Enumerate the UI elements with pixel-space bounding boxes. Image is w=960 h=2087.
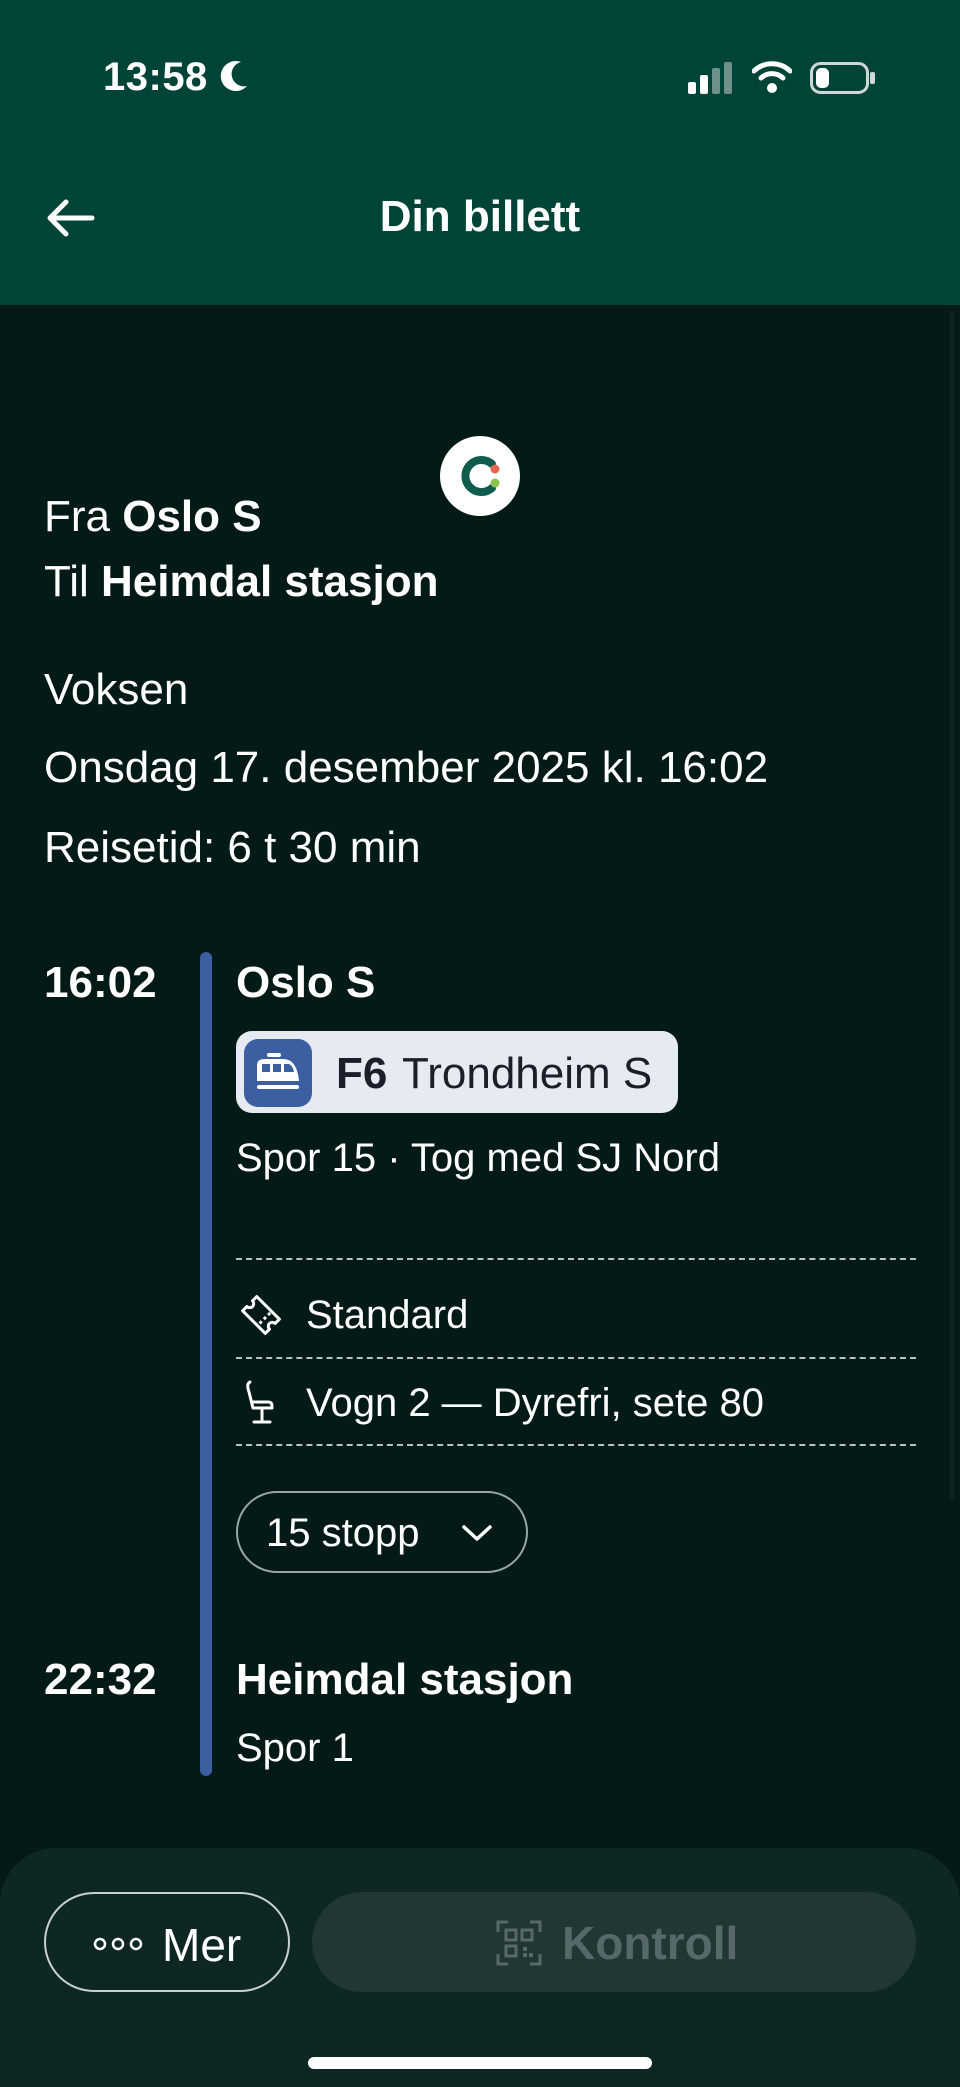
- battery-icon: [810, 62, 875, 94]
- scrollbar[interactable]: [950, 310, 954, 1500]
- to-label: Til: [44, 557, 89, 606]
- signal-icon: [688, 62, 732, 94]
- arrival-station: Heimdal stasjon: [236, 1655, 574, 1704]
- train-line-badge: F6 Trondheim S: [236, 1031, 678, 1113]
- to-station: Heimdal stasjon: [101, 557, 439, 606]
- wifi-icon: [752, 61, 792, 93]
- ticket-class: Standard: [306, 1293, 469, 1337]
- arrival-time: 22:32: [44, 1655, 157, 1704]
- line-destination: Trondheim S: [402, 1049, 653, 1098]
- more-dots-icon: [93, 1937, 143, 1951]
- train-icon: [244, 1039, 312, 1107]
- page-title: Din billett: [379, 192, 581, 241]
- departure-station: Oslo S: [236, 958, 376, 1007]
- control-button[interactable]: Kontroll: [312, 1892, 916, 1992]
- from-label: Fra: [44, 492, 110, 541]
- more-label: Mer: [162, 1919, 242, 1971]
- timeline-bar: [200, 952, 212, 1776]
- moon-icon: [220, 61, 247, 92]
- ticket-icon: [241, 1295, 281, 1335]
- divider: [236, 1357, 916, 1359]
- route-to: Til Heimdal stasjon: [44, 557, 438, 607]
- operator-logo: [440, 436, 520, 516]
- travel-time: Reisetid: 6 t 30 min: [44, 823, 421, 872]
- seat-info: Vogn 2 — Dyrefri, sete 80: [306, 1381, 765, 1425]
- home-indicator: [308, 2057, 652, 2069]
- status-time: 13:58: [103, 55, 208, 99]
- chevron-down-icon: [462, 1525, 492, 1541]
- arrival-platform: Spor 1: [236, 1726, 354, 1770]
- passenger-type: Voksen: [44, 665, 189, 714]
- stops-toggle-button[interactable]: 15 stopp: [236, 1491, 528, 1573]
- app-header: 13:58 Din billett: [0, 0, 960, 305]
- more-button[interactable]: Mer: [44, 1892, 290, 1992]
- departure-time: 16:02: [44, 958, 157, 1007]
- travel-date: Onsdag 17. desember 2025 kl. 16:02: [44, 743, 769, 792]
- control-label: Kontroll: [562, 1917, 739, 1969]
- route-from: Fra Oslo S: [44, 492, 262, 542]
- departure-platform: Spor 15 · Tog med SJ Nord: [236, 1136, 720, 1180]
- stops-label: 15 stopp: [266, 1511, 420, 1555]
- from-station: Oslo S: [122, 492, 262, 541]
- seat-icon: [246, 1380, 274, 1424]
- divider: [236, 1444, 916, 1446]
- qr-code-icon: [496, 1920, 542, 1966]
- divider: [236, 1258, 916, 1260]
- line-id: F6: [336, 1049, 388, 1098]
